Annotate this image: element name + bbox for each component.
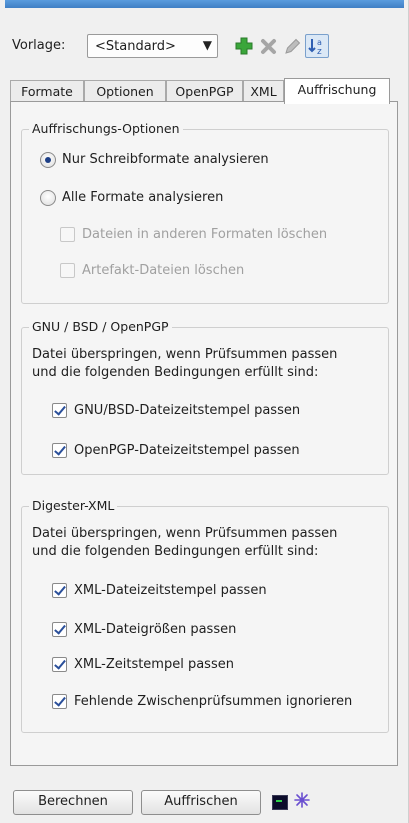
checkbox-label: GNU/BSD-Dateizeitstempel passen [74,403,301,418]
radio-label: Nur Schreibformate analysieren [62,152,269,167]
toolbar: Vorlage: <Standard> ▼ a z [12,33,402,59]
description-line: und die folgenden Bedingungen erfüllt si… [32,544,319,559]
radio-button[interactable] [40,152,56,168]
checkbox[interactable] [52,583,67,598]
group-title: Digester-XML [29,498,118,513]
description-line: Datei überspringen, wenn Prüfsummen pass… [32,526,338,541]
checkbox[interactable] [52,443,67,458]
description-line: und die folgenden Bedingungen erfüllt si… [32,365,319,380]
group-title: Auffrischungs-Optionen [29,121,183,136]
svg-text:a: a [317,38,322,47]
checkbox-label: Artefakt-Dateien löschen [82,263,245,278]
checkbox [60,227,75,242]
group-auffrischungs-optionen: Auffrischungs-Optionen Nur Schreibformat… [21,121,389,304]
star-icon[interactable] [293,791,311,809]
tab-formate[interactable]: Formate [10,80,84,103]
checkbox-label: XML-Dateizeitstempel passen [74,583,267,598]
checkbox [60,263,75,278]
berechnen-button[interactable]: Berechnen [13,790,133,815]
group-gnu-bsd-openpgp: GNU / BSD / OpenPGP Datei überspringen, … [21,319,389,475]
checkbox-label: OpenPGP-Dateizeitstempel passen [74,443,300,458]
checkbox-label: XML-Zeitstempel passen [74,657,234,672]
tab-openpgp[interactable]: OpenPGP [166,80,243,103]
group-title: GNU / BSD / OpenPGP [29,319,172,334]
terminal-icon[interactable] [272,795,288,810]
checkbox-label: Fehlende Zwischenprüfsummen ignorieren [74,694,353,709]
svg-text:z: z [317,47,322,57]
vorlage-select-value: <Standard> [95,39,176,54]
description-line: Datei überspringen, wenn Prüfsummen pass… [32,347,338,362]
tab-content-auffrischung: Auffrischungs-Optionen Nur Schreibformat… [10,101,398,766]
checkbox-label: Dateien in anderen Formaten löschen [82,227,328,242]
chevron-down-icon: ▼ [202,38,212,52]
checkbox[interactable] [52,694,67,709]
sort-icon[interactable]: a z [305,34,329,58]
plus-icon[interactable] [232,34,256,58]
tab-xml[interactable]: XML [243,80,284,103]
tab-auffrischung[interactable]: Auffrischung [284,78,390,104]
radio-label: Alle Formate analysieren [62,190,224,205]
title-bar [5,0,404,8]
auffrischen-button[interactable]: Auffrischen [141,790,261,815]
pencil-icon[interactable] [280,34,304,58]
x-icon[interactable] [257,34,281,58]
settings-panel: Vorlage: <Standard> ▼ a z Formate Option… [0,0,409,823]
checkbox[interactable] [52,403,67,418]
vorlage-select[interactable]: <Standard> ▼ [87,34,218,58]
tab-optionen[interactable]: Optionen [84,80,166,103]
radio-button[interactable] [40,190,56,206]
checkbox-label: XML-Dateigrößen passen [74,622,237,637]
group-digester-xml: Digester-XML Datei überspringen, wenn Pr… [21,498,389,733]
tab-bar: Formate Optionen OpenPGP XML Auffrischun… [10,78,400,104]
checkbox[interactable] [52,657,67,672]
vorlage-label: Vorlage: [12,38,66,53]
checkbox[interactable] [52,622,67,637]
